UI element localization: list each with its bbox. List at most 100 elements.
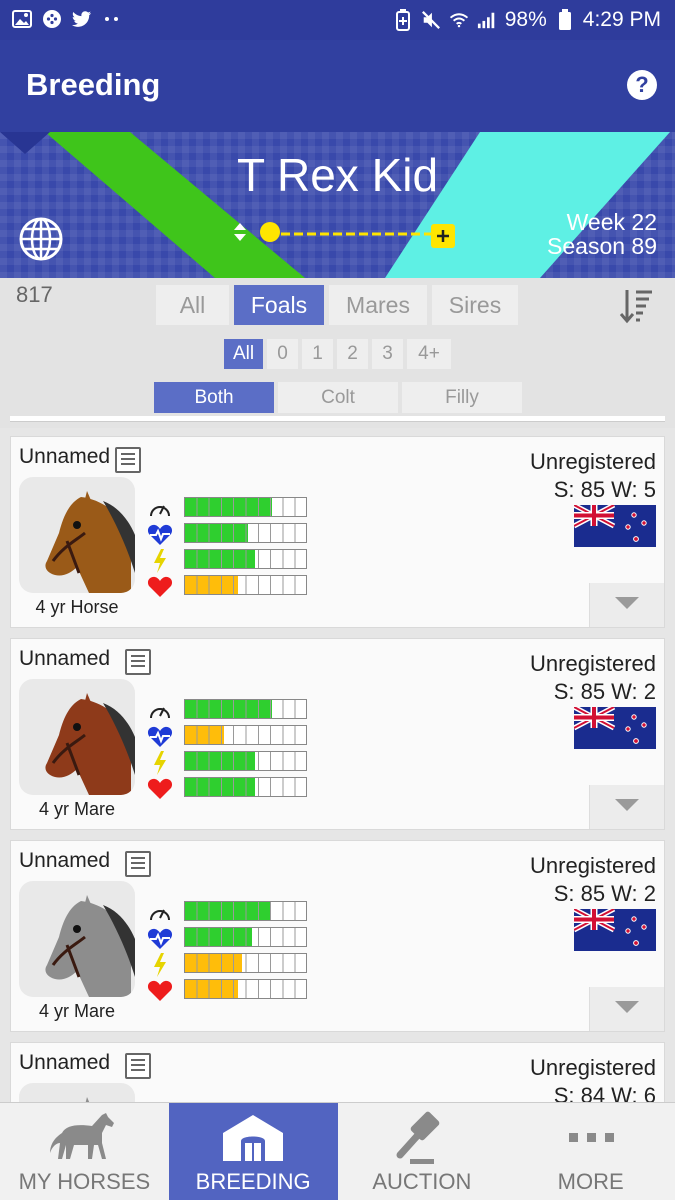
stats-summary: S: 85 W: 5 bbox=[553, 477, 656, 502]
help-icon[interactable]: ? bbox=[627, 70, 657, 100]
wifi-icon bbox=[449, 10, 469, 30]
chevron-down-icon bbox=[614, 798, 640, 817]
horse-count: 817 bbox=[16, 282, 53, 307]
battery-icon bbox=[555, 9, 575, 30]
gallery-notification-icon bbox=[12, 9, 32, 29]
speed-icon bbox=[147, 699, 173, 723]
horse-card[interactable]: Unnamed 4 yr Horse Unregistered S: 85 W: 5 bbox=[10, 436, 665, 628]
battery-percent: 98% bbox=[504, 8, 547, 31]
selected-horse-name[interactable]: T Rex Kid bbox=[0, 148, 675, 202]
horse-list[interactable]: Unnamed 4 yr Horse Unregistered S: 85 W: 5 U… bbox=[0, 416, 675, 1102]
category-tabs: All Foals Mares Sires bbox=[156, 285, 518, 325]
stat-bar bbox=[184, 751, 307, 771]
lightning-icon bbox=[147, 953, 173, 977]
tab-all[interactable]: All bbox=[156, 285, 229, 325]
chevron-down-icon bbox=[614, 1000, 640, 1019]
signal-icon bbox=[477, 10, 497, 30]
expand-button[interactable] bbox=[589, 785, 664, 829]
stats-summary: S: 85 W: 2 bbox=[553, 679, 656, 704]
new-zealand-flag-icon bbox=[572, 502, 656, 552]
nav-label: AUCTION bbox=[372, 1169, 472, 1194]
more-notifications-icon bbox=[102, 9, 122, 29]
nav-label: MY HORSES bbox=[18, 1169, 151, 1194]
horse-name: Unnamed bbox=[19, 849, 111, 872]
notes-icon[interactable] bbox=[125, 851, 151, 877]
notification-icons bbox=[12, 9, 122, 29]
horse-card[interactable]: Unnamed 4 yr Mare Unregistered S: 85 W: 2 bbox=[10, 638, 665, 830]
horse-portrait[interactable] bbox=[19, 881, 135, 997]
week-label: Week 22 bbox=[566, 209, 657, 235]
filter-panel: 817 All Foals Mares Sires All 0 1 2 3 4+… bbox=[0, 278, 675, 428]
nav-more[interactable]: MORE bbox=[506, 1103, 675, 1200]
nav-auction[interactable]: AUCTION bbox=[338, 1103, 507, 1200]
gender-filly[interactable]: Filly bbox=[402, 382, 522, 413]
stat-bar bbox=[184, 699, 307, 719]
horse-name: Unnamed bbox=[19, 647, 111, 670]
gender-both[interactable]: Both bbox=[154, 382, 274, 413]
age-1[interactable]: 1 bbox=[302, 339, 333, 369]
stats-summary: S: 84 W: 6 bbox=[553, 1083, 656, 1102]
age-3[interactable]: 3 bbox=[372, 339, 403, 369]
breeding-progress bbox=[231, 220, 461, 257]
horse-card[interactable]: Unnamed Unregistered S: 84 W: 6 bbox=[10, 1042, 665, 1102]
notes-icon[interactable] bbox=[125, 649, 151, 675]
expand-button[interactable] bbox=[589, 583, 664, 627]
stat-bar bbox=[184, 979, 307, 999]
lightning-icon bbox=[147, 751, 173, 775]
tab-sires[interactable]: Sires bbox=[432, 285, 518, 325]
horse-card[interactable]: Unnamed 4 yr Mare Unregistered S: 85 W: 2 bbox=[10, 840, 665, 1032]
chevron-down-icon bbox=[614, 596, 640, 615]
gender-colt[interactable]: Colt bbox=[278, 382, 398, 413]
nav-my-horses[interactable]: MY HORSES bbox=[0, 1103, 169, 1200]
horse-name: Unnamed bbox=[19, 1051, 111, 1074]
notes-icon[interactable] bbox=[115, 447, 141, 473]
horse-portrait[interactable] bbox=[19, 679, 135, 795]
notes-icon[interactable] bbox=[125, 1053, 151, 1079]
age-4-plus[interactable]: 4+ bbox=[407, 339, 451, 369]
season-label: Season 89 bbox=[547, 233, 657, 259]
horse-banner: T Rex Kid Week 22 Season 89 bbox=[0, 132, 675, 278]
barn-icon bbox=[169, 1109, 338, 1165]
age-0[interactable]: 0 bbox=[267, 339, 298, 369]
age-all[interactable]: All bbox=[224, 339, 263, 369]
mute-icon bbox=[421, 10, 441, 30]
gender-filter: Both Colt Filly bbox=[154, 382, 522, 413]
heart-icon bbox=[147, 575, 173, 599]
stamina-heart-icon bbox=[147, 927, 173, 951]
horse-age: 4 yr Horse bbox=[35, 597, 119, 617]
new-zealand-flag-icon bbox=[572, 704, 656, 754]
bottom-navigation: MY HORSES BREEDING AUCTION MORE bbox=[0, 1102, 675, 1200]
stat-bar bbox=[184, 725, 307, 745]
expand-button[interactable] bbox=[589, 987, 664, 1031]
nav-label: BREEDING bbox=[195, 1169, 311, 1194]
nav-label: MORE bbox=[557, 1169, 624, 1194]
nav-breeding[interactable]: BREEDING bbox=[168, 1103, 338, 1200]
stamina-heart-icon bbox=[147, 523, 173, 547]
stat-bar bbox=[184, 523, 307, 543]
stat-bar bbox=[184, 549, 307, 569]
tab-foals[interactable]: Foals bbox=[234, 285, 324, 325]
registration-status: Unregistered bbox=[530, 651, 656, 676]
sort-icon[interactable] bbox=[619, 288, 653, 329]
stats-summary: S: 85 W: 2 bbox=[553, 881, 656, 906]
app-bar: Breeding ? bbox=[0, 40, 675, 132]
age-filter: All 0 1 2 3 4+ bbox=[224, 339, 451, 369]
stat-bar bbox=[184, 497, 307, 517]
age-2[interactable]: 2 bbox=[337, 339, 368, 369]
globe-icon[interactable] bbox=[18, 216, 64, 267]
new-zealand-flag-icon bbox=[572, 906, 656, 956]
sort-arrows-icon bbox=[234, 223, 246, 241]
week-season: Week 22 Season 89 bbox=[547, 210, 657, 258]
twitter-notification-icon bbox=[72, 9, 92, 29]
system-indicators: 98% 4:29 PM bbox=[393, 8, 661, 32]
lightning-icon bbox=[147, 549, 173, 573]
registration-status: Unregistered bbox=[530, 449, 656, 474]
registration-status: Unregistered bbox=[530, 853, 656, 878]
speed-icon bbox=[147, 901, 173, 925]
stat-bar bbox=[184, 575, 307, 595]
horse-portrait[interactable] bbox=[19, 1083, 135, 1102]
horse-icon bbox=[0, 1109, 169, 1165]
horse-age: 4 yr Mare bbox=[38, 799, 116, 819]
tab-mares[interactable]: Mares bbox=[329, 285, 427, 325]
horse-portrait[interactable] bbox=[19, 477, 135, 593]
